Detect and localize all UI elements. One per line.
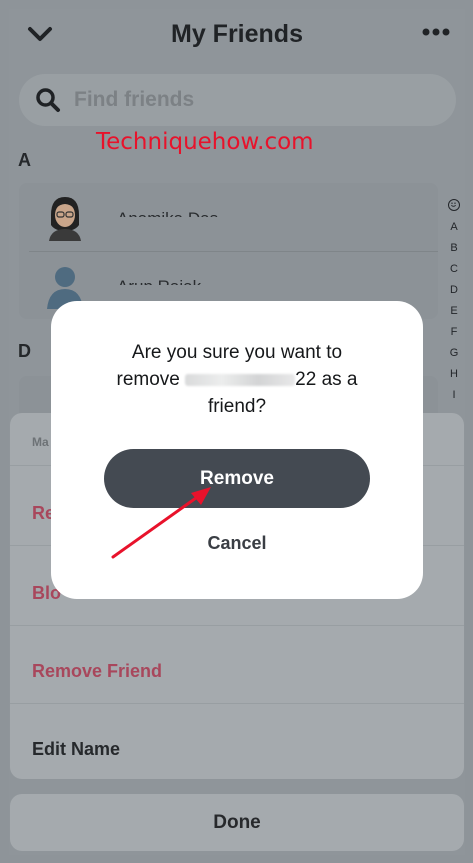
index-letter[interactable]: B: [447, 238, 461, 259]
confirm-dialog: Are you sure you want to remove 22 as a …: [51, 301, 423, 599]
divider: [10, 625, 464, 626]
dialog-line-2-prefix: remove: [116, 369, 180, 390]
search-icon: [36, 88, 60, 112]
sheet-item-remove-friend[interactable]: Remove Friend: [32, 661, 162, 682]
index-letter[interactable]: I: [447, 385, 461, 406]
search-bar[interactable]: Find friends: [19, 74, 456, 126]
list-item[interactable]: Anamika Das: [19, 185, 438, 251]
friend-name: Arup Rajak: [117, 277, 202, 296]
dialog-line-2-suffix: 22 as a: [295, 369, 358, 390]
index-letter[interactable]: F: [447, 322, 461, 343]
divider: [10, 703, 464, 704]
friend-name: Anamika Das: [117, 209, 219, 228]
section-header-a: A: [18, 150, 31, 170]
smiley-icon[interactable]: [448, 199, 460, 211]
watermark-text: Techniquehow.com: [96, 129, 314, 155]
search-placeholder: Find friends: [74, 88, 195, 111]
dialog-message: Are you sure you want to remove 22 as a …: [69, 339, 405, 420]
index-letter[interactable]: C: [447, 259, 461, 280]
index-letter[interactable]: G: [447, 343, 461, 364]
index-letter[interactable]: A: [447, 217, 461, 238]
action-sheet-heading: Ma: [32, 435, 49, 449]
top-bar: My Friends: [9, 9, 465, 65]
section-header-d: D: [18, 341, 31, 361]
dialog-line-1: Are you sure you want to: [131, 342, 343, 363]
sheet-item-edit-name[interactable]: Edit Name: [32, 739, 120, 760]
remove-button[interactable]: Remove: [104, 449, 370, 508]
dialog-line-3: friend?: [207, 396, 267, 417]
index-letter[interactable]: H: [447, 364, 461, 385]
cancel-button[interactable]: Cancel: [51, 533, 423, 554]
row-divider: [29, 251, 438, 252]
index-letter[interactable]: E: [447, 301, 461, 322]
friends-list-a: Anamika Das Arup Rajak: [19, 183, 438, 319]
page-title: My Friends: [171, 20, 303, 48]
app-screen: My Friends Find friends Techniquehow.com…: [9, 9, 465, 855]
alphabet-index[interactable]: A B C D E F G H I: [447, 197, 461, 406]
more-dots-icon[interactable]: [421, 25, 451, 39]
redacted-username: [185, 373, 296, 386]
done-button[interactable]: Done: [10, 794, 464, 851]
index-letter[interactable]: D: [447, 280, 461, 301]
bitmoji-avatar-icon: [49, 197, 81, 241]
